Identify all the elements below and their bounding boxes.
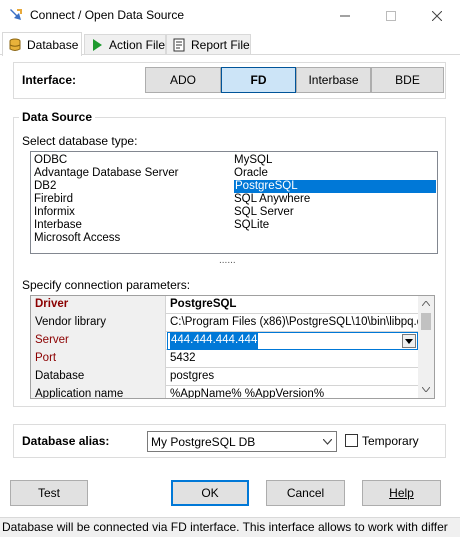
interface-ado-button[interactable]: ADO xyxy=(145,67,221,93)
list-item[interactable]: Informix xyxy=(34,206,75,219)
param-value[interactable]: PostgreSQL xyxy=(167,296,418,314)
server-value-editor[interactable]: 444.444.444.444 xyxy=(167,332,418,350)
help-button[interactable]: Help xyxy=(362,480,441,506)
param-name: Server xyxy=(31,332,166,350)
list-item[interactable]: SQLite xyxy=(234,219,269,232)
param-name: Port xyxy=(31,350,166,368)
table-row[interactable]: Driver PostgreSQL xyxy=(31,296,419,314)
tab-database-label: Database xyxy=(27,37,79,52)
tab-report-file[interactable]: Report File xyxy=(166,34,251,55)
scroll-down-icon[interactable] xyxy=(422,387,430,392)
close-icon xyxy=(432,10,442,21)
play-icon xyxy=(92,39,102,51)
list-item[interactable]: Microsoft Access xyxy=(34,232,120,245)
interface-label: Interface: xyxy=(22,73,77,87)
list-item-selected[interactable]: PostgreSQL xyxy=(234,180,436,193)
status-bar: Database will be connected via FD interf… xyxy=(0,517,460,537)
data-source-group-title: Data Source xyxy=(19,110,96,124)
cancel-button[interactable]: Cancel xyxy=(266,480,345,506)
scroll-up-icon[interactable] xyxy=(422,301,430,306)
server-dropdown-button[interactable] xyxy=(402,334,416,348)
splitter-handle[interactable]: ...... xyxy=(219,255,236,266)
tab-database[interactable]: Database xyxy=(2,32,82,56)
interface-interbase-button[interactable]: Interbase xyxy=(296,67,371,93)
minimize-icon xyxy=(340,15,350,16)
maximize-icon xyxy=(386,10,396,21)
maximize-button[interactable] xyxy=(368,0,414,31)
report-icon xyxy=(173,38,185,52)
param-value[interactable]: C:\Program Files (x86)\PostgreSQL\10\bin… xyxy=(167,314,418,332)
temporary-checkbox[interactable] xyxy=(345,434,358,447)
scroll-thumb[interactable] xyxy=(421,313,431,330)
close-button[interactable] xyxy=(414,0,460,31)
param-name: Vendor library xyxy=(31,314,166,332)
param-name: Application name xyxy=(31,386,166,398)
minimize-button[interactable] xyxy=(322,0,368,31)
table-row[interactable]: Database postgres xyxy=(31,368,419,386)
tab-strip: Database Action File Report File xyxy=(0,31,460,56)
list-item[interactable]: Interbase xyxy=(34,219,82,232)
param-value[interactable]: postgres xyxy=(167,368,418,386)
list-item[interactable]: DB2 xyxy=(34,180,56,193)
chevron-down-icon[interactable] xyxy=(323,439,332,445)
param-name: Database xyxy=(31,368,166,386)
list-item[interactable]: MySQL xyxy=(234,154,272,167)
app-icon xyxy=(10,9,22,20)
help-button-label: Help xyxy=(389,486,414,500)
select-type-label: Select database type: xyxy=(22,134,138,148)
interface-bde-button[interactable]: BDE xyxy=(371,67,444,93)
table-row[interactable]: Server 444.444.444.444 xyxy=(31,332,419,350)
connection-params-grid[interactable]: Driver PostgreSQL Vendor library C:\Prog… xyxy=(30,295,435,399)
list-item[interactable]: SQL Anywhere xyxy=(234,193,310,206)
database-type-list[interactable]: ODBC Advantage Database Server DB2 Fireb… xyxy=(30,151,438,254)
param-name: Driver xyxy=(31,296,166,314)
tab-action-file[interactable]: Action File xyxy=(84,34,166,55)
table-row[interactable]: Vendor library C:\Program Files (x86)\Po… xyxy=(31,314,419,332)
interface-fd-button[interactable]: FD xyxy=(221,67,296,93)
server-value-text[interactable]: 444.444.444.444 xyxy=(170,333,259,349)
list-item[interactable]: SQL Server xyxy=(234,206,294,219)
ok-button[interactable]: OK xyxy=(171,480,249,506)
tab-report-file-label: Report File xyxy=(191,38,250,52)
chevron-down-icon xyxy=(405,338,413,344)
alias-label: Database alias: xyxy=(22,434,110,448)
table-row[interactable]: Port 5432 xyxy=(31,350,419,368)
list-item[interactable]: Firebird xyxy=(34,193,73,206)
table-row[interactable]: Application name %AppName% %AppVersion% xyxy=(31,386,419,398)
list-item[interactable]: Advantage Database Server xyxy=(34,167,178,180)
alias-combobox[interactable]: My PostgreSQL DB xyxy=(147,431,337,452)
database-icon xyxy=(9,38,21,51)
temporary-label[interactable]: Temporary xyxy=(362,434,419,448)
grid-scrollbar[interactable] xyxy=(418,296,434,398)
param-value[interactable]: 5432 xyxy=(167,350,418,368)
alias-value[interactable]: My PostgreSQL DB xyxy=(151,435,255,449)
param-value[interactable]: %AppName% %AppVersion% xyxy=(167,386,418,398)
window-title: Connect / Open Data Source xyxy=(30,8,185,22)
title-bar: Connect / Open Data Source xyxy=(0,0,460,31)
tab-action-file-label: Action File xyxy=(108,38,165,52)
list-item[interactable]: Oracle xyxy=(234,167,268,180)
params-label: Specify connection parameters: xyxy=(22,278,191,292)
test-button[interactable]: Test xyxy=(10,480,88,506)
list-item[interactable]: ODBC xyxy=(34,154,67,167)
